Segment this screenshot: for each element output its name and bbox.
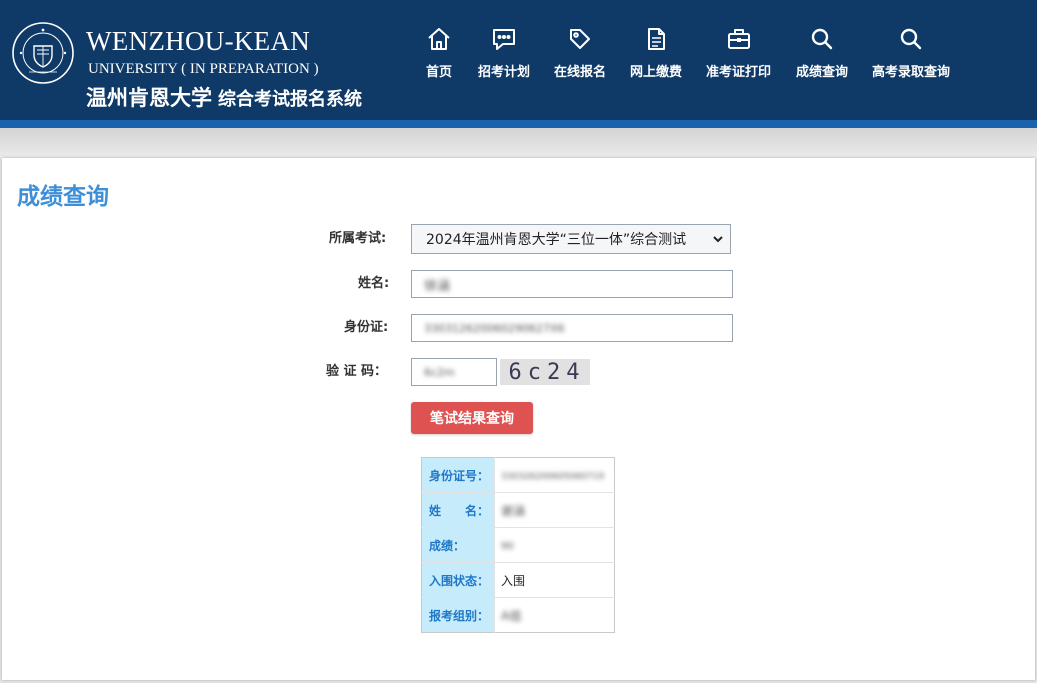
id-label: 身份证: [344, 320, 389, 335]
result-key: 入围状态： [421, 562, 495, 598]
chevron-down-icon [713, 236, 723, 243]
home-icon [428, 28, 450, 50]
result-key: 身份证号： [421, 457, 495, 493]
result-group-value: A组 [501, 608, 522, 623]
table-row: 报考组别： A组 [421, 597, 615, 633]
nav-item-enrollment-plan[interactable]: 招考计划 [478, 26, 530, 86]
nav-label: 首页 [426, 65, 453, 80]
nav-item-admission-query[interactable]: 高考录取查询 [872, 26, 950, 86]
nav-label: 高考录取查询 [872, 65, 951, 80]
main-nav: 首页 招考计划 在线报名 网上缴费 准考证打印 成绩查询 高考录取查询 [0, 26, 1037, 86]
tag-icon [570, 29, 590, 49]
nav-label: 成绩查询 [796, 65, 849, 80]
chat-icon [493, 29, 515, 50]
brand-system-name: 综合考试报名系统 [218, 89, 362, 110]
id-card-input[interactable]: 330312620060290627X6 [411, 314, 733, 342]
result-id-value: 330326200605060719 [501, 472, 605, 482]
name-label: 姓名: [358, 276, 390, 291]
result-key: 报考组别： [421, 597, 495, 633]
site-header: WENZHOU-KEAN UNIVERSITY ( IN PREPARATION… [0, 0, 1037, 120]
id-card-input-value: 330312620060290627X6 [424, 321, 565, 335]
name-input-value: 徐涵 [424, 278, 451, 294]
nav-label: 准考证打印 [706, 65, 772, 80]
brand-chinese-title: 温州肯恩大学 综合考试报名系统 [86, 82, 362, 112]
result-key: 姓 名： [421, 492, 495, 528]
document-icon [648, 28, 665, 50]
nav-item-home[interactable]: 首页 [426, 26, 452, 86]
captcha-image[interactable]: 6c24 [500, 359, 590, 385]
table-row: 身份证号： 330326200605060719 [421, 457, 615, 493]
written-result-query-button[interactable]: 笔试结果查询 [411, 402, 533, 434]
exam-select[interactable]: 2024年温州肯恩大学“三位一体”综合测试 [411, 224, 731, 254]
result-status-value: 入围 [494, 562, 615, 598]
page-title: 成绩查询 [17, 184, 109, 210]
table-row: 姓 名： 谢涵 [421, 492, 615, 528]
captcha-input[interactable]: 6c2m [411, 358, 497, 386]
nav-label: 网上缴费 [630, 65, 683, 80]
nav-item-online-payment[interactable]: 网上缴费 [630, 26, 682, 86]
score-query-panel: 成绩查询 所属考试: 2024年温州肯恩大学“三位一体”综合测试 姓名: 徐涵 … [2, 158, 1035, 680]
exam-select-value: 2024年温州肯恩大学“三位一体”综合测试 [426, 232, 687, 248]
search-icon [811, 28, 833, 50]
nav-item-online-registration[interactable]: 在线报名 [554, 26, 606, 86]
result-table: 身份证号： 330326200605060719 姓 名： 谢涵 成绩： 90 … [421, 457, 615, 633]
briefcase-icon [727, 29, 750, 49]
header-shadow-band [0, 128, 1037, 158]
nav-item-score-query[interactable]: 成绩查询 [796, 26, 848, 86]
header-stripe [0, 120, 1037, 128]
table-row: 成绩： 90 [421, 527, 615, 563]
result-value: A组 [494, 597, 615, 633]
name-input[interactable]: 徐涵 [411, 270, 733, 298]
nav-item-admission-ticket[interactable]: 准考证打印 [706, 26, 771, 86]
table-row: 入围状态： 入围 [421, 562, 615, 598]
exam-label: 所属考试: [329, 231, 387, 246]
captcha-label: 验 证 码： [326, 364, 388, 379]
result-name-value: 谢涵 [501, 503, 526, 518]
captcha-input-value: 6c2m [424, 365, 455, 379]
result-value: 谢涵 [494, 492, 615, 528]
nav-label: 在线报名 [554, 65, 607, 80]
search-icon [900, 28, 922, 50]
result-key: 成绩： [421, 527, 495, 563]
brand-university-name: 温州肯恩大学 [86, 85, 212, 110]
nav-label: 招考计划 [478, 65, 531, 80]
result-value: 90 [494, 527, 615, 563]
result-score-value: 90 [501, 541, 514, 552]
result-value: 330326200605060719 [495, 458, 615, 493]
